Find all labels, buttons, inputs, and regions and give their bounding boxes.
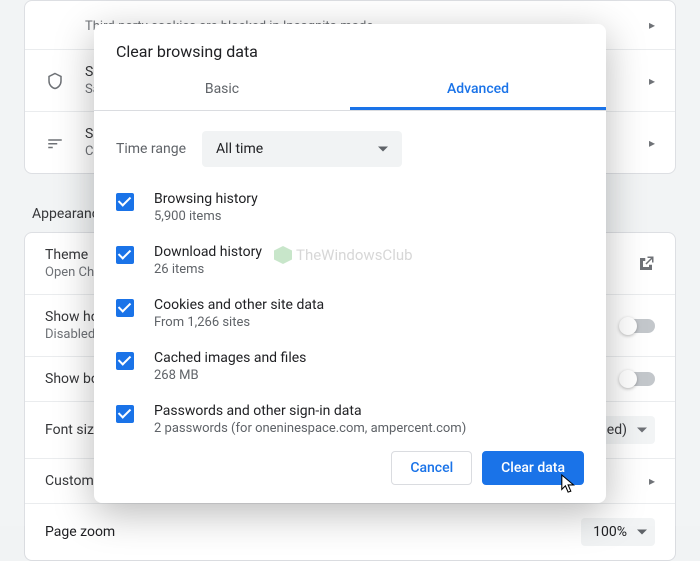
item-sub: 26 items [154, 262, 262, 277]
tab-basic[interactable]: Basic [94, 71, 350, 110]
checkbox[interactable] [116, 352, 134, 370]
dialog-footer: Cancel Clear data [94, 435, 606, 503]
tab-advanced[interactable]: Advanced [350, 71, 606, 110]
item-sub: From 1,266 sites [154, 315, 324, 330]
item-cached[interactable]: Cached images and files 268 MB [94, 342, 606, 395]
item-title: Cookies and other site data [154, 297, 324, 313]
dialog-title: Clear browsing data [94, 24, 606, 71]
cancel-button[interactable]: Cancel [391, 451, 472, 485]
time-range-label: Time range [116, 141, 186, 157]
item-sub: 5,900 items [154, 209, 258, 224]
time-range-row: Time range All time [94, 121, 606, 183]
time-range-select[interactable]: All time [202, 131, 402, 167]
item-sub: 268 MB [154, 368, 306, 383]
checkbox[interactable] [116, 299, 134, 317]
item-title: Download history [154, 244, 262, 260]
item-title: Cached images and files [154, 350, 306, 366]
dialog-scroll-area[interactable]: Time range All time Browsing history 5,90… [94, 111, 606, 435]
item-passwords[interactable]: Passwords and other sign-in data 2 passwo… [94, 395, 606, 435]
clear-data-button[interactable]: Clear data [482, 451, 584, 485]
dialog-tabs: Basic Advanced [94, 71, 606, 111]
checkbox[interactable] [116, 405, 134, 423]
item-title: Browsing history [154, 191, 258, 207]
item-browsing-history[interactable]: Browsing history 5,900 items [94, 183, 606, 236]
item-download-history[interactable]: Download history 26 items [94, 236, 606, 289]
item-cookies[interactable]: Cookies and other site data From 1,266 si… [94, 289, 606, 342]
dropdown-triangle-icon [637, 530, 647, 535]
zoom-label: Page zoom [45, 524, 581, 540]
item-title: Passwords and other sign-in data [154, 403, 466, 419]
clear-browsing-data-dialog: Clear browsing data Basic Advanced Time … [94, 24, 606, 503]
dropdown-triangle-icon [378, 147, 388, 152]
item-sub: 2 passwords (for oneninespace.com, amper… [154, 421, 466, 435]
checkbox[interactable] [116, 246, 134, 264]
checkbox[interactable] [116, 193, 134, 211]
